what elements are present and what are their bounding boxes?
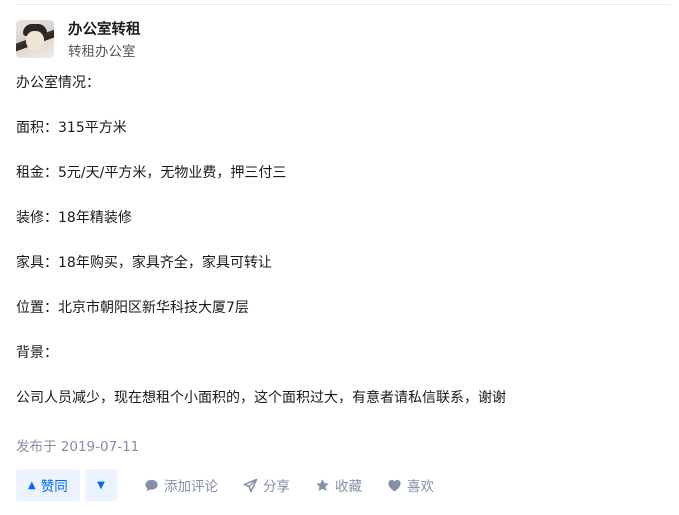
action-bar: ▲ 赞同 ▼ 添加评论 分享 收藏 喜欢 bbox=[16, 469, 434, 501]
vote-up-button[interactable]: ▲ 赞同 bbox=[16, 469, 80, 501]
share-button[interactable]: 分享 bbox=[242, 475, 290, 495]
content-line: 面积：315平方米 bbox=[16, 120, 127, 136]
author-headline: 转租办公室 bbox=[68, 44, 136, 60]
content-line: 装修：18年精装修 bbox=[16, 210, 132, 226]
heart-icon bbox=[386, 477, 402, 493]
favorite-button[interactable]: 收藏 bbox=[314, 475, 362, 495]
comment-label: 添加评论 bbox=[164, 479, 218, 495]
content-line: 背景： bbox=[16, 345, 58, 361]
favorite-label: 收藏 bbox=[335, 479, 362, 495]
star-icon bbox=[314, 477, 330, 493]
content-line: 办公室情况： bbox=[16, 75, 100, 91]
content-line: 家具：18年购买，家具齐全，家具可转让 bbox=[16, 255, 272, 271]
like-label: 喜欢 bbox=[407, 479, 434, 495]
vote-down-button[interactable]: ▼ bbox=[85, 469, 117, 501]
avatar[interactable] bbox=[16, 20, 54, 58]
share-label: 分享 bbox=[263, 479, 290, 495]
vote-up-label: 赞同 bbox=[40, 479, 68, 495]
like-button[interactable]: 喜欢 bbox=[386, 475, 434, 495]
content-line: 租金：5元/天/平方米，无物业费，押三付三 bbox=[16, 165, 287, 181]
avatar-face bbox=[26, 31, 44, 51]
author-info: 办公室转租 转租办公室 bbox=[68, 20, 141, 61]
content-line: 位置：北京市朝阳区新华科技大厦7层 bbox=[16, 300, 249, 316]
share-icon bbox=[242, 477, 258, 493]
content-line: 公司人员减少，现在想租个小面积的，这个面积过大，有意者请私信联系，谢谢 bbox=[16, 390, 506, 406]
top-divider bbox=[16, 4, 671, 5]
author-name[interactable]: 办公室转租 bbox=[68, 21, 141, 39]
comment-button[interactable]: 添加评论 bbox=[143, 475, 218, 495]
vote-down-triangle-icon: ▼ bbox=[97, 479, 105, 491]
publish-date[interactable]: 发布于 2019-07-11 bbox=[16, 437, 139, 457]
comment-icon bbox=[143, 477, 159, 493]
author-header: 办公室转租 转租办公室 bbox=[16, 20, 141, 61]
vote-up-triangle-icon: ▲ bbox=[28, 479, 36, 491]
post-content: 办公室情况： 面积：315平方米 租金：5元/天/平方米，无物业费，押三付三 装… bbox=[16, 72, 666, 409]
